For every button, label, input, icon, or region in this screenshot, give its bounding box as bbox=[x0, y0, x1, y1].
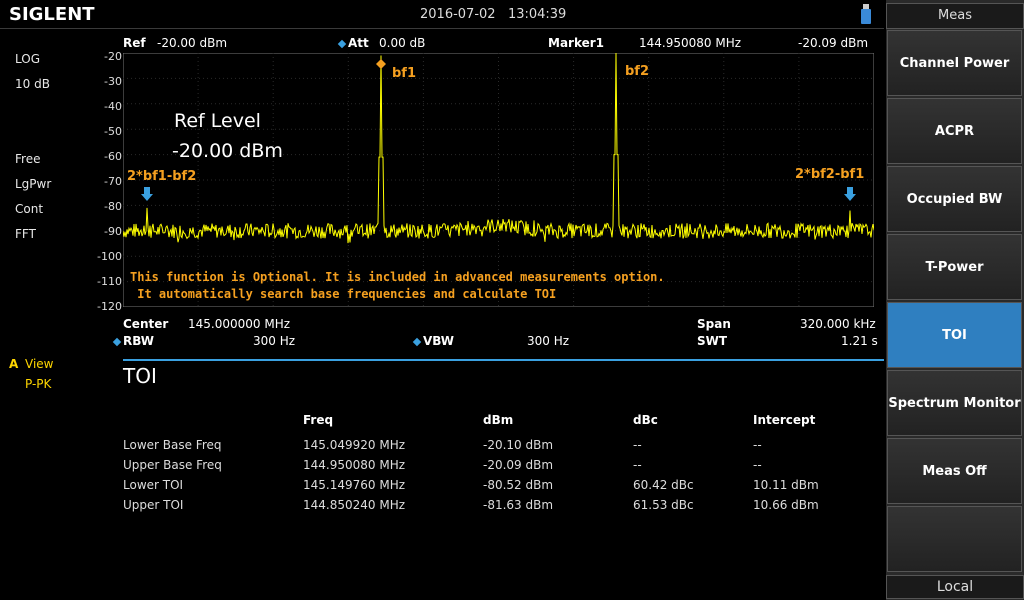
toi-cell: -80.52 dBm bbox=[483, 478, 554, 492]
vbw-diamond-icon bbox=[412, 337, 422, 346]
im-high-label: 2*bf2-bf1 bbox=[795, 167, 865, 182]
brand-logo: SIGLENT bbox=[9, 4, 95, 25]
softkey-acpr[interactable]: ACPR bbox=[887, 98, 1022, 164]
trace-detector: P-PK bbox=[25, 377, 52, 391]
toi-row-label: Upper TOI bbox=[123, 498, 184, 512]
trace-view[interactable]: View bbox=[25, 357, 53, 371]
rbw-label-text: RBW bbox=[123, 334, 154, 348]
y-tick-label: -120 bbox=[97, 300, 122, 313]
bf2-label: bf2 bbox=[625, 64, 650, 79]
scale-div[interactable]: 10 dB bbox=[15, 77, 50, 91]
y-tick-label: -90 bbox=[104, 225, 122, 238]
rbw-label: RBW bbox=[112, 334, 154, 348]
toi-cell: 145.049920 MHz bbox=[303, 438, 406, 452]
y-tick-label: -60 bbox=[104, 150, 122, 163]
y-tick-label: -40 bbox=[104, 100, 122, 113]
ref-level-value: -20.00 dBm bbox=[172, 140, 283, 162]
ref-value[interactable]: -20.00 dBm bbox=[157, 36, 227, 50]
att-diamond-icon bbox=[337, 39, 347, 48]
sweep-mode: Cont bbox=[15, 202, 44, 216]
softkey-empty[interactable] bbox=[887, 506, 1022, 572]
softkey-occupied-bw[interactable]: Occupied BW bbox=[887, 166, 1022, 232]
toi-cell: -20.09 dBm bbox=[483, 458, 554, 472]
note-line-2: It automatically search base frequencies… bbox=[130, 287, 557, 301]
swt-label: SWT bbox=[697, 334, 728, 348]
bf1-label: bf1 bbox=[392, 66, 417, 81]
toi-cell: 144.850240 MHz bbox=[303, 498, 406, 512]
y-tick-label: -20 bbox=[104, 50, 122, 63]
softkey-meas-off[interactable]: Meas Off bbox=[887, 438, 1022, 504]
y-tick-label: -30 bbox=[104, 75, 122, 88]
section-separator bbox=[123, 359, 884, 361]
center-value[interactable]: 145.000000 MHz bbox=[188, 317, 290, 331]
rbw-diamond-icon bbox=[112, 337, 122, 346]
toi-cell: 145.149760 MHz bbox=[303, 478, 406, 492]
swt-value[interactable]: 1.21 s bbox=[841, 334, 878, 348]
toi-cell: -20.10 dBm bbox=[483, 438, 554, 452]
y-tick-label: -100 bbox=[97, 250, 122, 263]
col-freq: Freq bbox=[303, 413, 334, 427]
span-label: Span bbox=[697, 317, 731, 331]
toi-cell: 10.11 dBm bbox=[753, 478, 819, 492]
scale-type[interactable]: LOG bbox=[15, 52, 40, 66]
y-tick-label: -110 bbox=[97, 275, 122, 288]
att-label-text: Att bbox=[348, 36, 369, 50]
ref-level-overlay: Ref Level -20.00 dBm bbox=[172, 106, 283, 166]
toi-cell: 144.950080 MHz bbox=[303, 458, 406, 472]
trace-id: A bbox=[9, 357, 19, 371]
toi-title: TOI bbox=[123, 364, 157, 388]
toi-cell: 61.53 dBc bbox=[633, 498, 694, 512]
att-label: Att bbox=[337, 36, 369, 50]
toi-cell: -- bbox=[753, 458, 762, 472]
top-divider bbox=[0, 28, 884, 29]
toi-cell: 10.66 dBm bbox=[753, 498, 819, 512]
toi-row-label: Lower TOI bbox=[123, 478, 184, 492]
toi-cell: -81.63 dBm bbox=[483, 498, 554, 512]
col-dbc: dBc bbox=[633, 413, 658, 427]
detector: LgPwr bbox=[15, 177, 52, 191]
toi-cell: -- bbox=[753, 438, 762, 452]
rbw-value[interactable]: 300 Hz bbox=[253, 334, 295, 348]
vbw-label-text: VBW bbox=[423, 334, 455, 348]
softkey-t-power[interactable]: T-Power bbox=[887, 234, 1022, 300]
ref-label: Ref bbox=[123, 36, 146, 50]
marker-level: -20.09 dBm bbox=[798, 36, 869, 50]
center-label: Center bbox=[123, 317, 169, 331]
toi-cell: 60.42 dBc bbox=[633, 478, 694, 492]
col-dbm: dBm bbox=[483, 413, 514, 427]
vbw-label: VBW bbox=[412, 334, 455, 348]
menu-title: Meas bbox=[886, 3, 1024, 29]
y-tick-label: -50 bbox=[104, 125, 122, 138]
datetime: 2016-07-02 13:04:39 bbox=[420, 7, 567, 22]
marker-freq: 144.950080 MHz bbox=[639, 36, 742, 50]
vbw-value[interactable]: 300 Hz bbox=[527, 334, 569, 348]
marker-label: Marker1 bbox=[548, 36, 605, 50]
local-indicator: Local bbox=[886, 575, 1024, 599]
im-low-label: 2*bf1-bf2 bbox=[127, 169, 197, 184]
toi-row-label: Upper Base Freq bbox=[123, 458, 222, 472]
att-value[interactable]: 0.00 dB bbox=[379, 36, 425, 50]
y-tick-label: -70 bbox=[104, 175, 122, 188]
span-value[interactable]: 320.000 kHz bbox=[800, 317, 876, 331]
softkey-toi[interactable]: TOI bbox=[887, 302, 1022, 368]
note-line-1: This function is Optional. It is include… bbox=[130, 270, 665, 284]
col-intercept: Intercept bbox=[753, 413, 816, 427]
sweep-type: FFT bbox=[15, 227, 36, 241]
toi-cell: -- bbox=[633, 438, 642, 452]
softkey-spectrum-monitor[interactable]: Spectrum Monitor bbox=[887, 370, 1022, 436]
y-tick-label: -80 bbox=[104, 200, 122, 213]
toi-cell: -- bbox=[633, 458, 642, 472]
softkey-channel-power[interactable]: Channel Power bbox=[887, 30, 1022, 96]
trigger-mode: Free bbox=[15, 152, 41, 166]
ref-level-title: Ref Level bbox=[174, 110, 261, 132]
usb-icon bbox=[861, 4, 871, 24]
spectrum-plot[interactable] bbox=[123, 53, 874, 307]
toi-row-label: Lower Base Freq bbox=[123, 438, 222, 452]
